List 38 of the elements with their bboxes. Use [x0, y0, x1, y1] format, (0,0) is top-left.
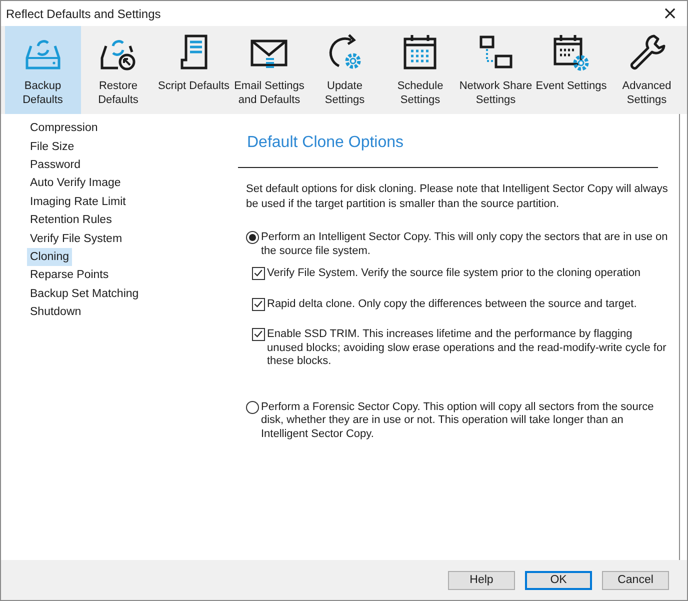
toolbar-button[interactable]: Email Settings and Defaults — [232, 26, 307, 114]
option-label: Perform a Forensic Sector Copy. This option will copy all sectors from the source disk, whether they are in use or not. This operation will take longer than an Intelligent Sector Copy. — [261, 400, 655, 441]
toolbar-button[interactable]: Event Settings — [534, 26, 609, 114]
description-text: Set default options for disk cloning. Please note that Intelligent Sector Copy will always be used if the target partition is smaller than the source partition. — [246, 182, 669, 211]
sidebar-item[interactable]: Compression — [27, 119, 101, 138]
radio-button[interactable] — [246, 400, 259, 414]
toolbar-button[interactable]: Advanced Settings — [609, 26, 684, 114]
toolbar-button[interactable]: Schedule Settings — [382, 26, 458, 114]
dialog-button[interactable]: Help — [448, 570, 515, 590]
dialog-button[interactable]: Cancel — [602, 570, 669, 590]
checkbox-label: Verify File System. Verify the source file system prior to the cloning operation — [267, 267, 641, 280]
checkbox[interactable] — [252, 328, 265, 341]
toolbar-button[interactable]: Backup Defaults — [5, 26, 80, 114]
window-title: Reflect Defaults and Settings — [6, 6, 161, 20]
toolbar-button[interactable]: Script Defaults — [156, 26, 232, 114]
checkbox[interactable] — [252, 298, 265, 310]
close-button[interactable]: × — [653, 1, 687, 26]
sidebar-item[interactable]: Auto Verify Image — [27, 174, 124, 193]
checkbox-label: Enable SSD TRIM. This increases lifetime and the performance by flagging unused blocks; avoiding slow erase operations and the read-modify-write cycle for these blocks. — [267, 328, 668, 368]
checkbox-label: Rapid delta clone. Only copy the differences between the source and target. — [267, 298, 637, 311]
toolbar-button[interactable]: Restore Defaults — [80, 26, 156, 114]
sidebar-item[interactable]: File Size — [27, 137, 78, 156]
toolbar-button[interactable]: Network Share Settings — [458, 26, 534, 114]
sidebar-item[interactable]: Cloning — [27, 248, 72, 266]
sidebar-item[interactable]: Backup Set Matching — [27, 284, 142, 303]
sidebar-item[interactable]: Password — [27, 156, 84, 174]
dialog-button[interactable]: OK — [525, 570, 592, 590]
calendar-gear-icon — [551, 32, 592, 72]
panel-heading: Default Clone Options — [247, 134, 405, 152]
sidebar-item[interactable]: Shutdown — [27, 302, 84, 322]
sidebar-item[interactable]: Retention Rules — [27, 210, 115, 230]
sidebar-item[interactable]: Imaging Rate Limit — [27, 192, 129, 211]
sidebar-item[interactable]: Reparse Points — [27, 266, 112, 285]
option-label: Perform an Intelligent Sector Copy. This will only copy the sectors that are in use on the source file system. — [261, 231, 669, 258]
radio-button[interactable] — [246, 231, 259, 244]
sidebar-item[interactable]: Verify File System — [27, 229, 126, 248]
checkbox[interactable] — [252, 267, 265, 280]
toolbar-button[interactable]: Update Settings — [307, 26, 382, 114]
